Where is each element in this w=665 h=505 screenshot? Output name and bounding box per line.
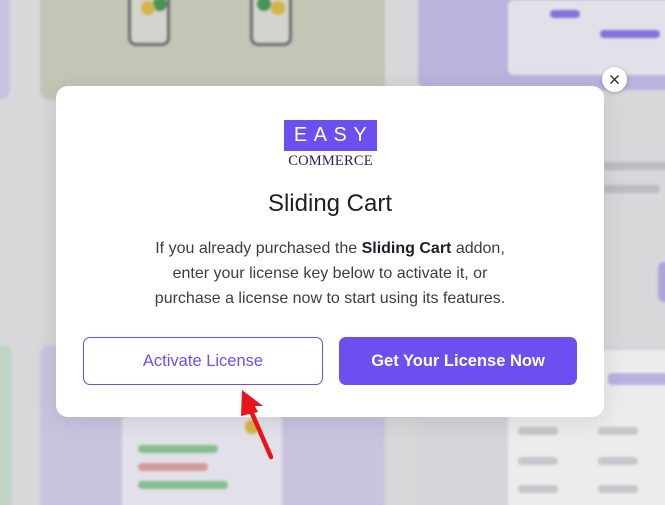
license-modal: EASY COMMERCE Sliding Cart If you alread… (56, 86, 604, 417)
logo-top-text: EASY (284, 120, 377, 151)
addon-name: Sliding Cart (361, 240, 452, 257)
logo-bottom-text: COMMERCE (288, 153, 373, 169)
description-line-2: enter your license key below to activate… (172, 265, 488, 282)
get-license-button[interactable]: Get Your License Now (339, 337, 577, 385)
description-line-1-end: addon, (451, 240, 505, 257)
close-button[interactable] (602, 67, 627, 92)
activate-license-button[interactable]: Activate License (83, 337, 323, 385)
close-icon (610, 75, 619, 84)
annotation-arrow-icon (241, 390, 274, 460)
description-line-1: If you already purchased the Sliding Car… (56, 236, 604, 261)
modal-description: If you already purchased the Sliding Car… (56, 236, 604, 311)
description-line-1-text: If you already purchased the (155, 240, 362, 257)
modal-title: Sliding Cart (267, 190, 393, 217)
easy-commerce-logo: EASY COMMERCE (284, 120, 377, 170)
description-line-3: purchase a license now to start using it… (154, 290, 506, 307)
